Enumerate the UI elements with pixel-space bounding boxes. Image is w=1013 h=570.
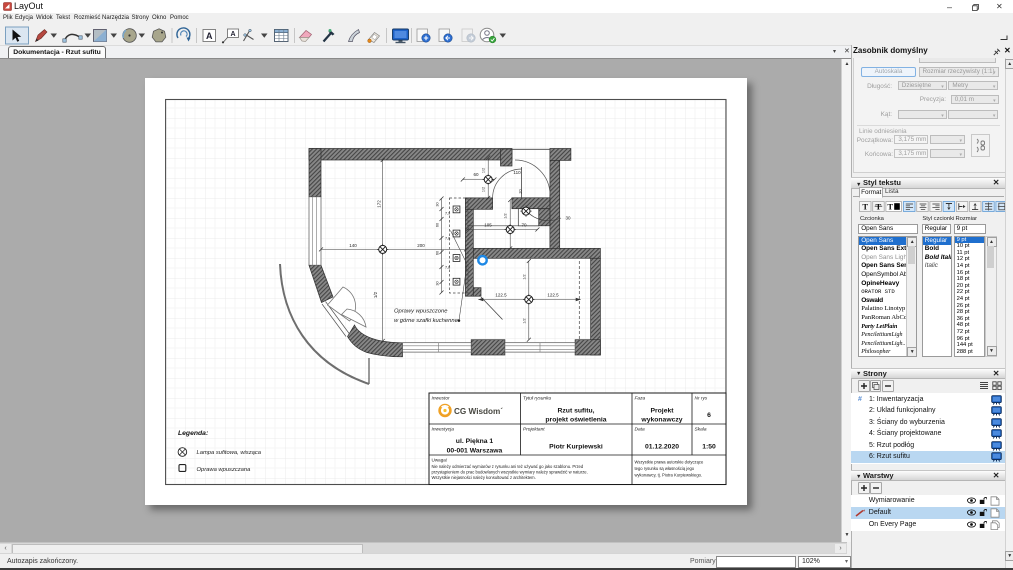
svg-text:Rzut sufitu,: Rzut sufitu, bbox=[558, 408, 595, 415]
svg-text:00-001 Warszawa: 00-001 Warszawa bbox=[447, 448, 503, 455]
svg-text:200: 200 bbox=[417, 243, 425, 248]
svg-text:60: 60 bbox=[473, 172, 479, 177]
svg-text:CG Wisdom´: CG Wisdom´ bbox=[454, 407, 503, 416]
svg-text:1/2: 1/2 bbox=[481, 168, 485, 173]
svg-text:Skala: Skala bbox=[695, 427, 707, 433]
svg-text:A: A bbox=[206, 31, 213, 41]
svg-text:wykonawcy, tj. Piotra Kurpiews: wykonawcy, tj. Piotra Kurpiewskiego. bbox=[635, 473, 703, 478]
svg-text:Nie należy odmierzać wymiarów: Nie należy odmierzać wymiarów z rysunku … bbox=[432, 464, 584, 469]
svg-text:6: 6 bbox=[707, 412, 711, 419]
svg-text:70: 70 bbox=[521, 222, 527, 227]
svg-text:Inwestycja: Inwestycja bbox=[432, 427, 455, 433]
svg-text:Uwaga!: Uwaga! bbox=[432, 458, 448, 463]
svg-text:Oprawa wpuszczana: Oprawa wpuszczana bbox=[197, 467, 252, 473]
svg-text:ul. Piękna 1: ul. Piękna 1 bbox=[456, 438, 494, 445]
svg-text:60: 60 bbox=[436, 251, 440, 255]
svg-text:122.5: 122.5 bbox=[547, 293, 559, 298]
svg-text:7,8: 7,8 bbox=[445, 237, 450, 241]
svg-text:tego rysunku są własnością jeg: tego rysunku są własnością jego bbox=[635, 466, 695, 471]
svg-text:Wszystkie niejasności należy k: Wszystkie niejasności należy konsultować… bbox=[432, 475, 536, 480]
svg-text:01.12.2020: 01.12.2020 bbox=[645, 444, 679, 451]
svg-text:60: 60 bbox=[436, 223, 440, 227]
svg-text:140: 140 bbox=[349, 243, 357, 248]
svg-text:Lampa sufitowa, wisząca: Lampa sufitowa, wisząca bbox=[197, 450, 262, 456]
svg-text:7,8: 7,8 bbox=[445, 266, 450, 270]
svg-text:Legenda:: Legenda: bbox=[178, 430, 208, 437]
svg-text:Piotr Kurpiewski: Piotr Kurpiewski bbox=[549, 444, 603, 451]
svg-text:Data: Data bbox=[635, 427, 645, 433]
svg-text:110: 110 bbox=[513, 170, 521, 175]
svg-text:1:50: 1:50 bbox=[702, 444, 716, 451]
svg-text:Tytuł rysunku: Tytuł rysunku bbox=[523, 396, 551, 402]
svg-text:122.5: 122.5 bbox=[495, 293, 507, 298]
svg-text:wykonawczy: wykonawczy bbox=[640, 417, 682, 424]
svg-text:Faza: Faza bbox=[635, 396, 646, 402]
svg-text:Projektant: Projektant bbox=[523, 427, 545, 433]
svg-text:T: T bbox=[887, 201, 893, 211]
svg-text:1/2: 1/2 bbox=[504, 213, 508, 218]
svg-text:Nr rys: Nr rys bbox=[695, 396, 708, 402]
svg-text:1/2: 1/2 bbox=[373, 291, 378, 298]
svg-text:30: 30 bbox=[436, 281, 440, 285]
svg-text:1/2: 1/2 bbox=[481, 187, 485, 192]
svg-text:w górne szafki kuchenne: w górne szafki kuchenne bbox=[394, 318, 459, 324]
svg-text:Inwestor: Inwestor bbox=[432, 396, 451, 402]
svg-text:30: 30 bbox=[436, 202, 440, 206]
svg-text:Wszystkie prawa autorskie doty: Wszystkie prawa autorskie dotyczące bbox=[635, 460, 705, 465]
svg-text:T: T bbox=[862, 201, 868, 211]
svg-text:Oprawy wpuszczone: Oprawy wpuszczone bbox=[394, 309, 448, 315]
svg-text:T: T bbox=[875, 201, 881, 211]
svg-text:7,9: 7,9 bbox=[445, 212, 450, 216]
svg-text:20: 20 bbox=[518, 189, 522, 193]
svg-text:172: 172 bbox=[377, 200, 382, 208]
svg-text:1/2: 1/2 bbox=[522, 274, 526, 279]
svg-text:Projekt: Projekt bbox=[650, 408, 674, 415]
svg-text:105: 105 bbox=[484, 222, 492, 227]
svg-text:1/2: 1/2 bbox=[522, 318, 526, 323]
svg-text:przystąpieniem do prac budowla: przystąpieniem do prac budowlanych wszys… bbox=[432, 470, 588, 475]
svg-text:projekt oświetlenia: projekt oświetlenia bbox=[545, 417, 606, 424]
svg-text:A: A bbox=[230, 31, 235, 38]
svg-text:30: 30 bbox=[566, 216, 572, 221]
